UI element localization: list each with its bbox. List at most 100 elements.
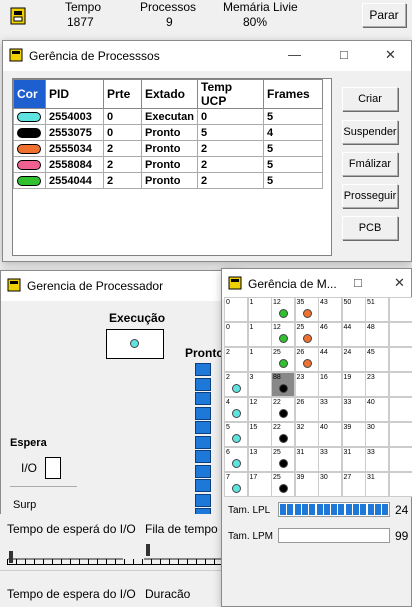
col-state[interactable]: Extado: [141, 79, 198, 109]
process-table: Cor PID Prte Extado Temp UCP Frames 2554…: [13, 79, 323, 189]
cell-prio: 2: [103, 140, 142, 157]
frame-number: 45: [367, 349, 375, 356]
process-page-dot: [279, 359, 288, 368]
close-button[interactable]: ✕: [394, 275, 405, 291]
memory-frame: 33: [318, 397, 342, 422]
lpl-block: [309, 504, 316, 515]
process-page-dot: [279, 384, 288, 393]
memory-window-title: Gerência de M...: [248, 277, 337, 291]
lpl-block: [382, 504, 389, 515]
cell-state: Executan: [141, 108, 198, 125]
cell-frames: 5: [263, 172, 323, 189]
create-button[interactable]: Criar: [342, 87, 398, 111]
memory-frame: 43: [318, 297, 342, 322]
stop-button[interactable]: Parar: [362, 3, 406, 27]
memory-frame: 44: [341, 322, 366, 347]
memory-frame: 1: [247, 322, 272, 347]
cell-pid: 2554044: [45, 172, 104, 189]
table-row[interactable]: 2554044 2 Pronto 2 5: [13, 172, 323, 189]
process-color-swatch: [13, 156, 46, 173]
memory-frame: 25: [271, 472, 295, 497]
free-memory-label: Memária Livie: [223, 0, 298, 14]
executing-process: [130, 339, 139, 348]
process-page-dot: [232, 409, 241, 418]
frame-number: 4: [226, 399, 230, 406]
maximize-button[interactable]: □: [354, 275, 362, 290]
close-button[interactable]: ✕: [385, 47, 396, 63]
cell-prio: 2: [103, 156, 142, 173]
col-pid[interactable]: PID: [45, 79, 104, 109]
frame-number: 26: [296, 349, 305, 356]
wait-label: Espera: [10, 437, 47, 449]
frame-number: 51: [367, 299, 375, 306]
memory-frame: 22: [271, 422, 295, 447]
memory-frame: [388, 397, 412, 422]
window-icon: [228, 276, 242, 290]
table-header-row: Cor PID Prte Extado Temp UCP Frames: [13, 79, 323, 109]
frame-number: 6: [226, 449, 230, 456]
frame-number: 5: [226, 424, 230, 431]
cell-prio: 0: [103, 108, 142, 125]
memory-frame: 0: [224, 297, 248, 322]
cell-frames: 5: [263, 108, 323, 125]
cell-cpu: 0: [197, 108, 264, 125]
suspend-button[interactable]: Suspender: [342, 120, 398, 144]
memory-frame: [388, 472, 412, 497]
col-frames[interactable]: Frames: [263, 79, 323, 109]
frame-number: 16: [320, 374, 328, 381]
memory-frame: 46: [318, 322, 342, 347]
col-color[interactable]: Cor: [13, 79, 46, 109]
cell-state: Pronto: [141, 172, 198, 189]
frame-number: 30: [320, 474, 328, 481]
ready-label: Pronto: [185, 346, 224, 360]
window-icon: [9, 48, 23, 62]
table-row[interactable]: 2555034 2 Pronto 2 5: [13, 140, 323, 157]
color-pill: [17, 111, 41, 122]
app-icon: [10, 7, 26, 25]
lpl-block: [301, 504, 308, 515]
memory-frame: 25: [294, 322, 319, 347]
io-box: [45, 457, 61, 479]
resume-button[interactable]: Prosseguir: [342, 184, 398, 208]
cell-cpu: 2: [197, 172, 264, 189]
cell-pid: 2554003: [45, 108, 104, 125]
frame-number: 88: [273, 374, 281, 381]
processes-titlebar: Gerência de Processsos — □ ✕: [3, 41, 411, 71]
memory-frame: 31: [341, 447, 366, 472]
frame-number: 1: [249, 349, 254, 356]
col-priority[interactable]: Prte: [103, 79, 142, 109]
lpm-label: Tam. LPM: [228, 531, 274, 542]
time-value: 1877: [67, 15, 94, 29]
pcb-button[interactable]: PCB: [342, 216, 398, 240]
memory-frame: 15: [247, 422, 272, 447]
processes-value: 9: [166, 15, 173, 29]
memory-frame: 33: [341, 397, 366, 422]
finish-button[interactable]: Fmálizar: [342, 152, 398, 176]
minimize-button[interactable]: —: [288, 47, 301, 62]
frame-number: 25: [273, 449, 281, 456]
color-pill: [17, 143, 41, 154]
memory-frame: 25: [271, 447, 295, 472]
queue-thumb[interactable]: [146, 544, 150, 556]
memory-frame: 6: [224, 447, 248, 472]
table-row[interactable]: 2553075 0 Pronto 5 4: [13, 124, 323, 141]
memory-frame: [388, 422, 412, 447]
memory-titlebar: Gerência de M... □ ✕: [222, 269, 411, 299]
ready-queue-slot: [195, 450, 211, 463]
frame-number: 27: [343, 474, 352, 481]
memory-frame: 88: [271, 372, 295, 397]
process-color-swatch: [13, 140, 46, 157]
cell-state: Pronto: [141, 140, 198, 157]
frame-number: 31: [296, 449, 305, 456]
maximize-button[interactable]: □: [340, 47, 348, 62]
memory-frame: 4: [224, 397, 248, 422]
table-row[interactable]: 2554003 0 Executan 0 5: [13, 108, 323, 125]
cell-pid: 2555034: [45, 140, 104, 157]
frame-number: 33: [343, 399, 352, 406]
col-cpu-time[interactable]: Temp UCP: [197, 79, 264, 109]
memory-frame: 30: [365, 422, 389, 447]
memory-frame: 40: [318, 422, 342, 447]
memory-frame: 39: [341, 422, 366, 447]
table-row[interactable]: 2558084 2 Pronto 2 5: [13, 156, 323, 173]
io-wait-label-2: Tempo de espera do I/O: [7, 587, 136, 601]
